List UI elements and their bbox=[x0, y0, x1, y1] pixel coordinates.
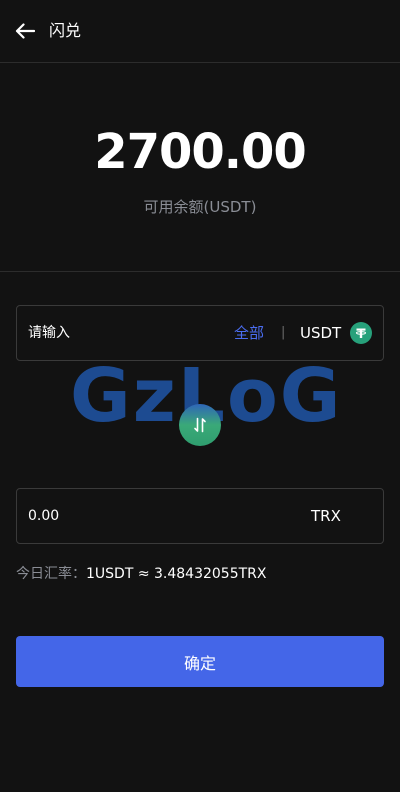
balance-amount: 2700.00 bbox=[94, 124, 307, 180]
confirm-button[interactable]: 确定 bbox=[16, 636, 384, 687]
exchange-rate-value: 1USDT ≈ 3.48432055TRX bbox=[86, 566, 267, 582]
swap-arrows-icon bbox=[194, 417, 206, 433]
from-amount-input[interactable] bbox=[28, 306, 228, 360]
exchange-rate-label: 今日汇率： bbox=[16, 566, 86, 582]
to-currency-label: TRX bbox=[311, 507, 341, 525]
tether-icon bbox=[350, 322, 372, 344]
to-amount-box: 0.00 TRX bbox=[16, 488, 384, 544]
header: 闪兑 bbox=[0, 0, 400, 63]
page-title: 闪兑 bbox=[49, 21, 82, 40]
exchange-rate: 今日汇率：1USDT ≈ 3.48432055TRX bbox=[16, 564, 267, 584]
swap-button[interactable] bbox=[179, 404, 221, 446]
from-currency-label: USDT bbox=[300, 324, 342, 342]
to-amount-value: 0.00 bbox=[28, 508, 60, 524]
all-button[interactable]: 全部 bbox=[234, 322, 264, 344]
balance-label: 可用余额(USDT) bbox=[143, 198, 257, 216]
back-button[interactable] bbox=[12, 18, 38, 44]
separator: | bbox=[281, 325, 286, 340]
balance-section: 2700.00 可用余额(USDT) bbox=[0, 63, 400, 272]
arrow-left-icon bbox=[15, 23, 35, 39]
